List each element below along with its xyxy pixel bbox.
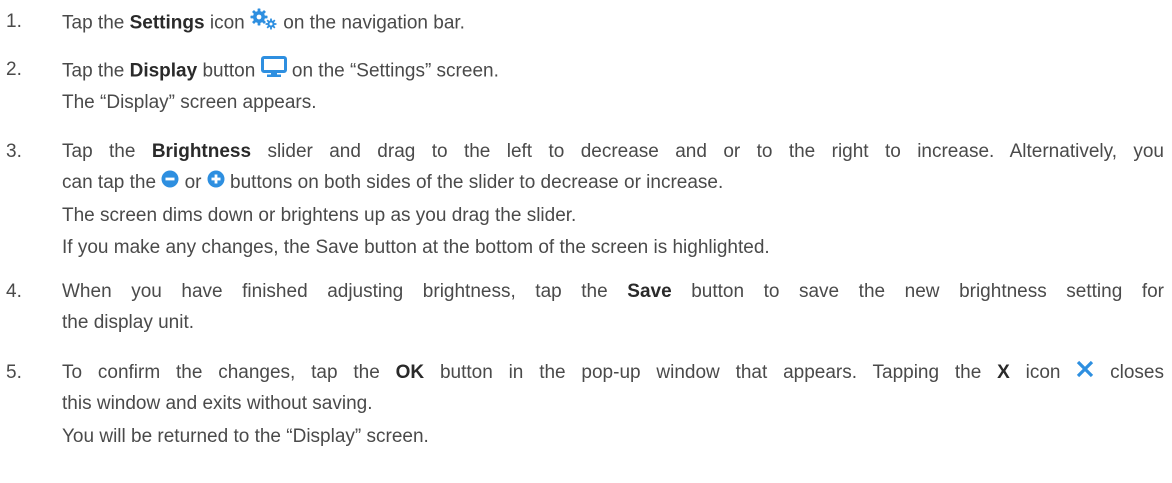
step-number: 4.: [6, 281, 22, 302]
gears-icon: [250, 8, 278, 39]
step-note: You will be returned to the “Display” sc…: [62, 426, 429, 447]
save-label: Save: [627, 281, 672, 302]
step-text: To confirm the changes, tap the OK butto…: [62, 359, 1164, 387]
step-text: Tap the Settings icon on the navigation …: [62, 8, 465, 39]
step-text-continued: this window and exits without saving.: [62, 393, 373, 414]
step-note: The “Display” screen appears.: [62, 92, 317, 113]
step-number: 5.: [6, 362, 22, 383]
brightness-label: Brightness: [151, 141, 252, 162]
step-text-continued: can tap the or buttons on both sides of …: [62, 169, 723, 197]
x-label: X: [997, 362, 1010, 384]
minus-circle-icon: [161, 169, 179, 197]
step-number: 1.: [6, 11, 22, 32]
close-x-icon: [1076, 359, 1094, 387]
step-text: When you have finished adjusting brightn…: [62, 281, 1164, 302]
step-text: Tap the Display button on the “Settings”…: [62, 56, 499, 87]
settings-label: Settings: [129, 12, 205, 34]
ok-label: OK: [395, 362, 425, 384]
step-number: 3.: [6, 141, 22, 162]
step-number: 2.: [6, 59, 22, 80]
plus-circle-icon: [207, 169, 225, 197]
step-note: The screen dims down or brightens up as …: [62, 205, 577, 226]
step-text-continued: the display unit.: [62, 312, 195, 333]
monitor-icon: [260, 56, 287, 87]
display-label: Display: [129, 60, 198, 82]
step-text: Tap the Brightness slider and drag to th…: [62, 141, 1164, 162]
step-note: If you make any changes, the Save button…: [62, 237, 770, 258]
